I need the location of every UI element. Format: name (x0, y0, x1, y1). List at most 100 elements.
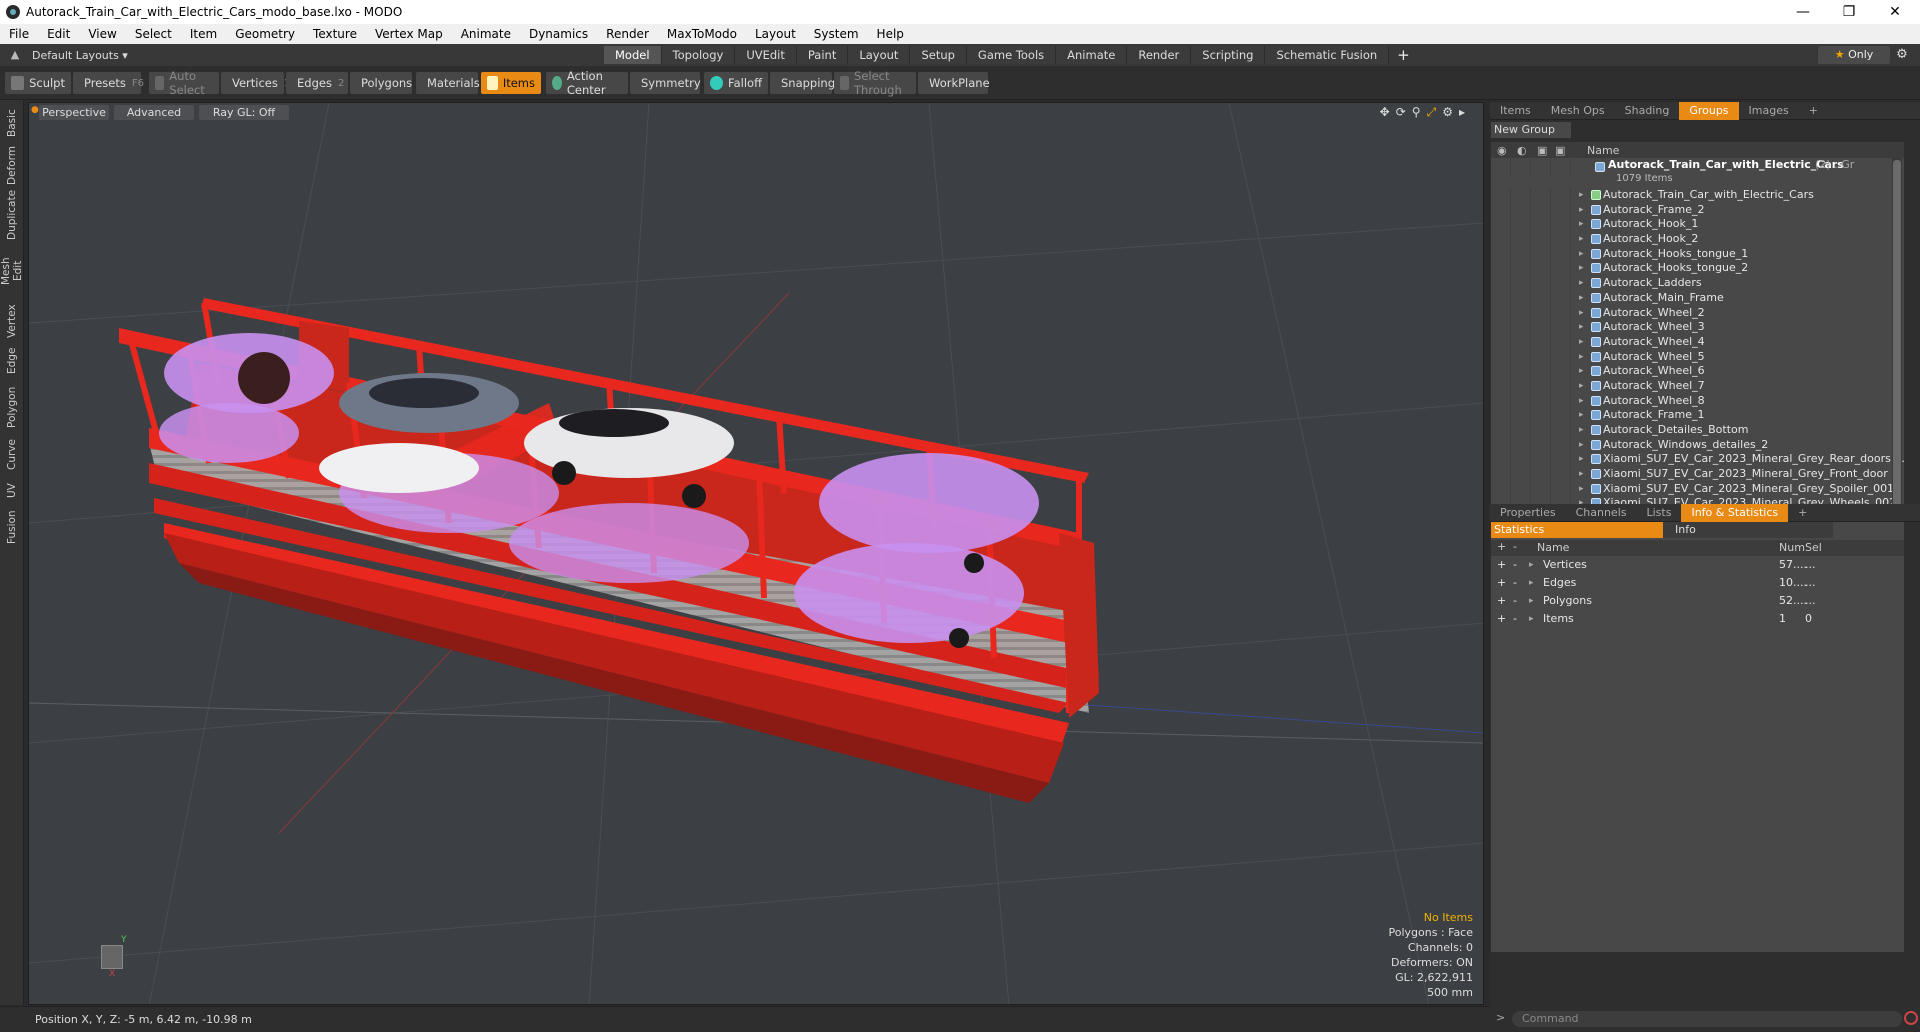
collapse-minus-icon[interactable]: - (1513, 610, 1517, 628)
stat-row[interactable]: + - ▸ Polygons 52....... (1491, 592, 1904, 610)
expand-arrow-icon[interactable]: ▸ (1579, 438, 1584, 453)
info-subtab[interactable]: Info (1663, 522, 1833, 538)
menu-item[interactable]: Item (181, 27, 226, 41)
expand-arrow-icon[interactable]: ▸ (1579, 364, 1584, 379)
expand-arrow-icon[interactable]: ▸ (1579, 232, 1584, 247)
stat-row[interactable]: + - ▸ Items 1 0 (1491, 610, 1904, 628)
menu-maxtomodo[interactable]: MaxToModo (658, 27, 746, 41)
tab-setup[interactable]: Setup (910, 46, 967, 64)
expand-arrow-icon[interactable]: ▸ (1579, 306, 1584, 321)
close-icon[interactable]: ✕ (1872, 0, 1918, 24)
left-tab-polygon[interactable]: Polygon (3, 384, 21, 430)
panel-tab-channels[interactable]: Channels (1566, 504, 1637, 522)
left-tab-edge[interactable]: Edge (3, 346, 21, 376)
menu-render[interactable]: Render (597, 27, 658, 41)
materials-button[interactable]: Materials (416, 72, 480, 94)
menu-animate[interactable]: Animate (452, 27, 520, 41)
panel-tab-images[interactable]: Images (1739, 102, 1799, 120)
tab-scripting[interactable]: Scripting (1191, 46, 1266, 64)
expand-arrow-icon[interactable]: ▸ (1529, 574, 1534, 592)
left-tab-mesh-edit[interactable]: Mesh Edit (0, 246, 24, 296)
tree-item-row[interactable]: ▸ Autorack_Hooks_tongue_1 (1491, 246, 1904, 262)
expand-all-icon[interactable]: + (1497, 540, 1506, 553)
left-tab-uv[interactable]: UV (3, 480, 21, 502)
tree-item-row[interactable]: ▸ Autorack_Frame_2 (1491, 202, 1904, 218)
expand-plus-icon[interactable]: + (1497, 574, 1506, 592)
tree-item-row[interactable]: ▸ Autorack_Train_Car_with_Electric_Cars (1491, 188, 1904, 203)
tree-item-row[interactable]: ▸ Autorack_Hook_1 (1491, 217, 1904, 233)
layout-dropdown[interactable]: Default Layouts ▾ (32, 49, 128, 62)
layout-toggle-icon[interactable]: ▲ (8, 48, 22, 62)
tree-item-row[interactable]: ▸ Autorack_Wheel_3 (1491, 320, 1904, 335)
presets-button[interactable]: Presets F6 (73, 72, 144, 94)
tree-item-row[interactable]: ▸ Autorack_Wheel_7 (1491, 378, 1904, 394)
expand-arrow-icon[interactable]: ▸ (1579, 350, 1584, 365)
menu-geometry[interactable]: Geometry (226, 27, 304, 41)
expand-arrow-icon[interactable]: ▸ (1579, 276, 1584, 291)
symmetry-button[interactable]: Symmetry (630, 72, 701, 94)
tree-item-row[interactable]: ▸ Autorack_Wheel_2 (1491, 305, 1904, 321)
menu-edit[interactable]: Edit (38, 27, 79, 41)
polygons-button[interactable]: Polygons (350, 72, 412, 94)
expand-arrow-icon[interactable]: ▸ (1579, 261, 1584, 276)
collapse-minus-icon[interactable]: - (1513, 574, 1517, 592)
expand-arrow-icon[interactable]: ▸ (1579, 467, 1584, 482)
3d-viewport[interactable]: ● Perspective Advanced Ray GL: Off ✥ ⟳ ⚲… (28, 102, 1484, 1005)
items-button[interactable]: Items (481, 72, 541, 94)
expand-arrow-icon[interactable]: ▸ (1579, 217, 1584, 232)
edges-button[interactable]: Edges 2 (286, 72, 348, 94)
group-row[interactable]: Autorack_Train_Car_with_Electric_Cars (2… (1491, 158, 1904, 188)
menu-texture[interactable]: Texture (304, 27, 366, 41)
tab-render[interactable]: Render (1127, 46, 1192, 64)
expand-arrow-icon[interactable]: ▸ (1529, 592, 1534, 610)
action-center-button[interactable]: Action Center (546, 69, 628, 97)
menu-layout[interactable]: Layout (746, 27, 805, 41)
collapse-minus-icon[interactable]: - (1513, 592, 1517, 610)
menu-dynamics[interactable]: Dynamics (520, 27, 597, 41)
tree-item-row[interactable]: ▸ Xiaomi_SU7_EV_Car_2023_Mineral_Grey_Fro… (1491, 467, 1904, 482)
expand-arrow-icon[interactable]: ▸ (1579, 408, 1584, 423)
panel-tab-mesh-ops[interactable]: Mesh Ops (1541, 102, 1615, 120)
panel-tab-groups[interactable]: Groups (1679, 101, 1739, 120)
expand-arrow-icon[interactable]: ▸ (1529, 556, 1534, 574)
tab-schematic-fusion[interactable]: Schematic Fusion (1265, 46, 1390, 64)
select-through-button[interactable]: Select Through (834, 69, 916, 97)
expand-plus-icon[interactable]: + (1497, 556, 1506, 574)
sculpt-button[interactable]: Sculpt (5, 72, 71, 94)
workplane-button[interactable]: WorkPlane (918, 72, 990, 94)
left-tab-basic[interactable]: Basic (3, 108, 21, 138)
tab-paint[interactable]: Paint (796, 46, 849, 64)
expand-arrow-icon[interactable]: ▸ (1579, 335, 1584, 350)
add-panel-tab-icon[interactable]: + (1788, 504, 1817, 522)
vertices-button[interactable]: Vertices1 (221, 72, 290, 94)
tree-item-row[interactable]: ▸ Xiaomi_SU7_EV_Car_2023_Mineral_Grey_Rea… (1491, 452, 1904, 468)
expand-arrow-icon[interactable]: ▸ (1579, 247, 1584, 262)
auto-select-button[interactable]: Auto Select (149, 69, 219, 97)
expand-arrow-icon[interactable]: ▸ (1529, 610, 1534, 628)
left-tab-deform[interactable]: Deform (3, 145, 21, 184)
tab-game-tools[interactable]: Game Tools (966, 46, 1057, 64)
gear-icon[interactable]: ⚙ (1894, 47, 1910, 63)
tree-item-row[interactable]: ▸ Autorack_Main_Frame (1491, 290, 1904, 306)
tab-animate[interactable]: Animate (1056, 46, 1128, 64)
tree-item-row[interactable]: ▸ Autorack_Wheel_4 (1491, 334, 1904, 350)
menu-view[interactable]: View (79, 27, 125, 41)
expand-arrow-icon[interactable]: ▸ (1579, 452, 1584, 467)
add-panel-tab-icon[interactable]: + (1799, 102, 1828, 120)
record-icon[interactable] (1904, 1011, 1918, 1025)
tab-model[interactable]: Model (604, 46, 662, 64)
stat-row[interactable]: + - ▸ Vertices 57....... (1491, 556, 1904, 574)
expand-arrow-icon[interactable]: ▸ (1579, 379, 1584, 394)
menu-vertex-map[interactable]: Vertex Map (366, 27, 452, 41)
new-group-button[interactable]: New Group (1491, 122, 1571, 138)
panel-tab-properties[interactable]: Properties (1490, 504, 1566, 522)
menu-help[interactable]: Help (868, 27, 913, 41)
expand-arrow-icon[interactable]: ▸ (1579, 203, 1584, 218)
expand-arrow-icon[interactable]: ▸ (1579, 482, 1584, 497)
menu-file[interactable]: File (0, 27, 38, 41)
add-tab-icon[interactable]: + (1389, 46, 1418, 64)
command-input[interactable]: Command (1512, 1011, 1902, 1027)
expand-arrow-icon[interactable]: ▸ (1579, 423, 1584, 438)
expand-arrow-icon[interactable]: ▸ (1579, 291, 1584, 306)
panel-tab-shading[interactable]: Shading (1615, 102, 1680, 120)
